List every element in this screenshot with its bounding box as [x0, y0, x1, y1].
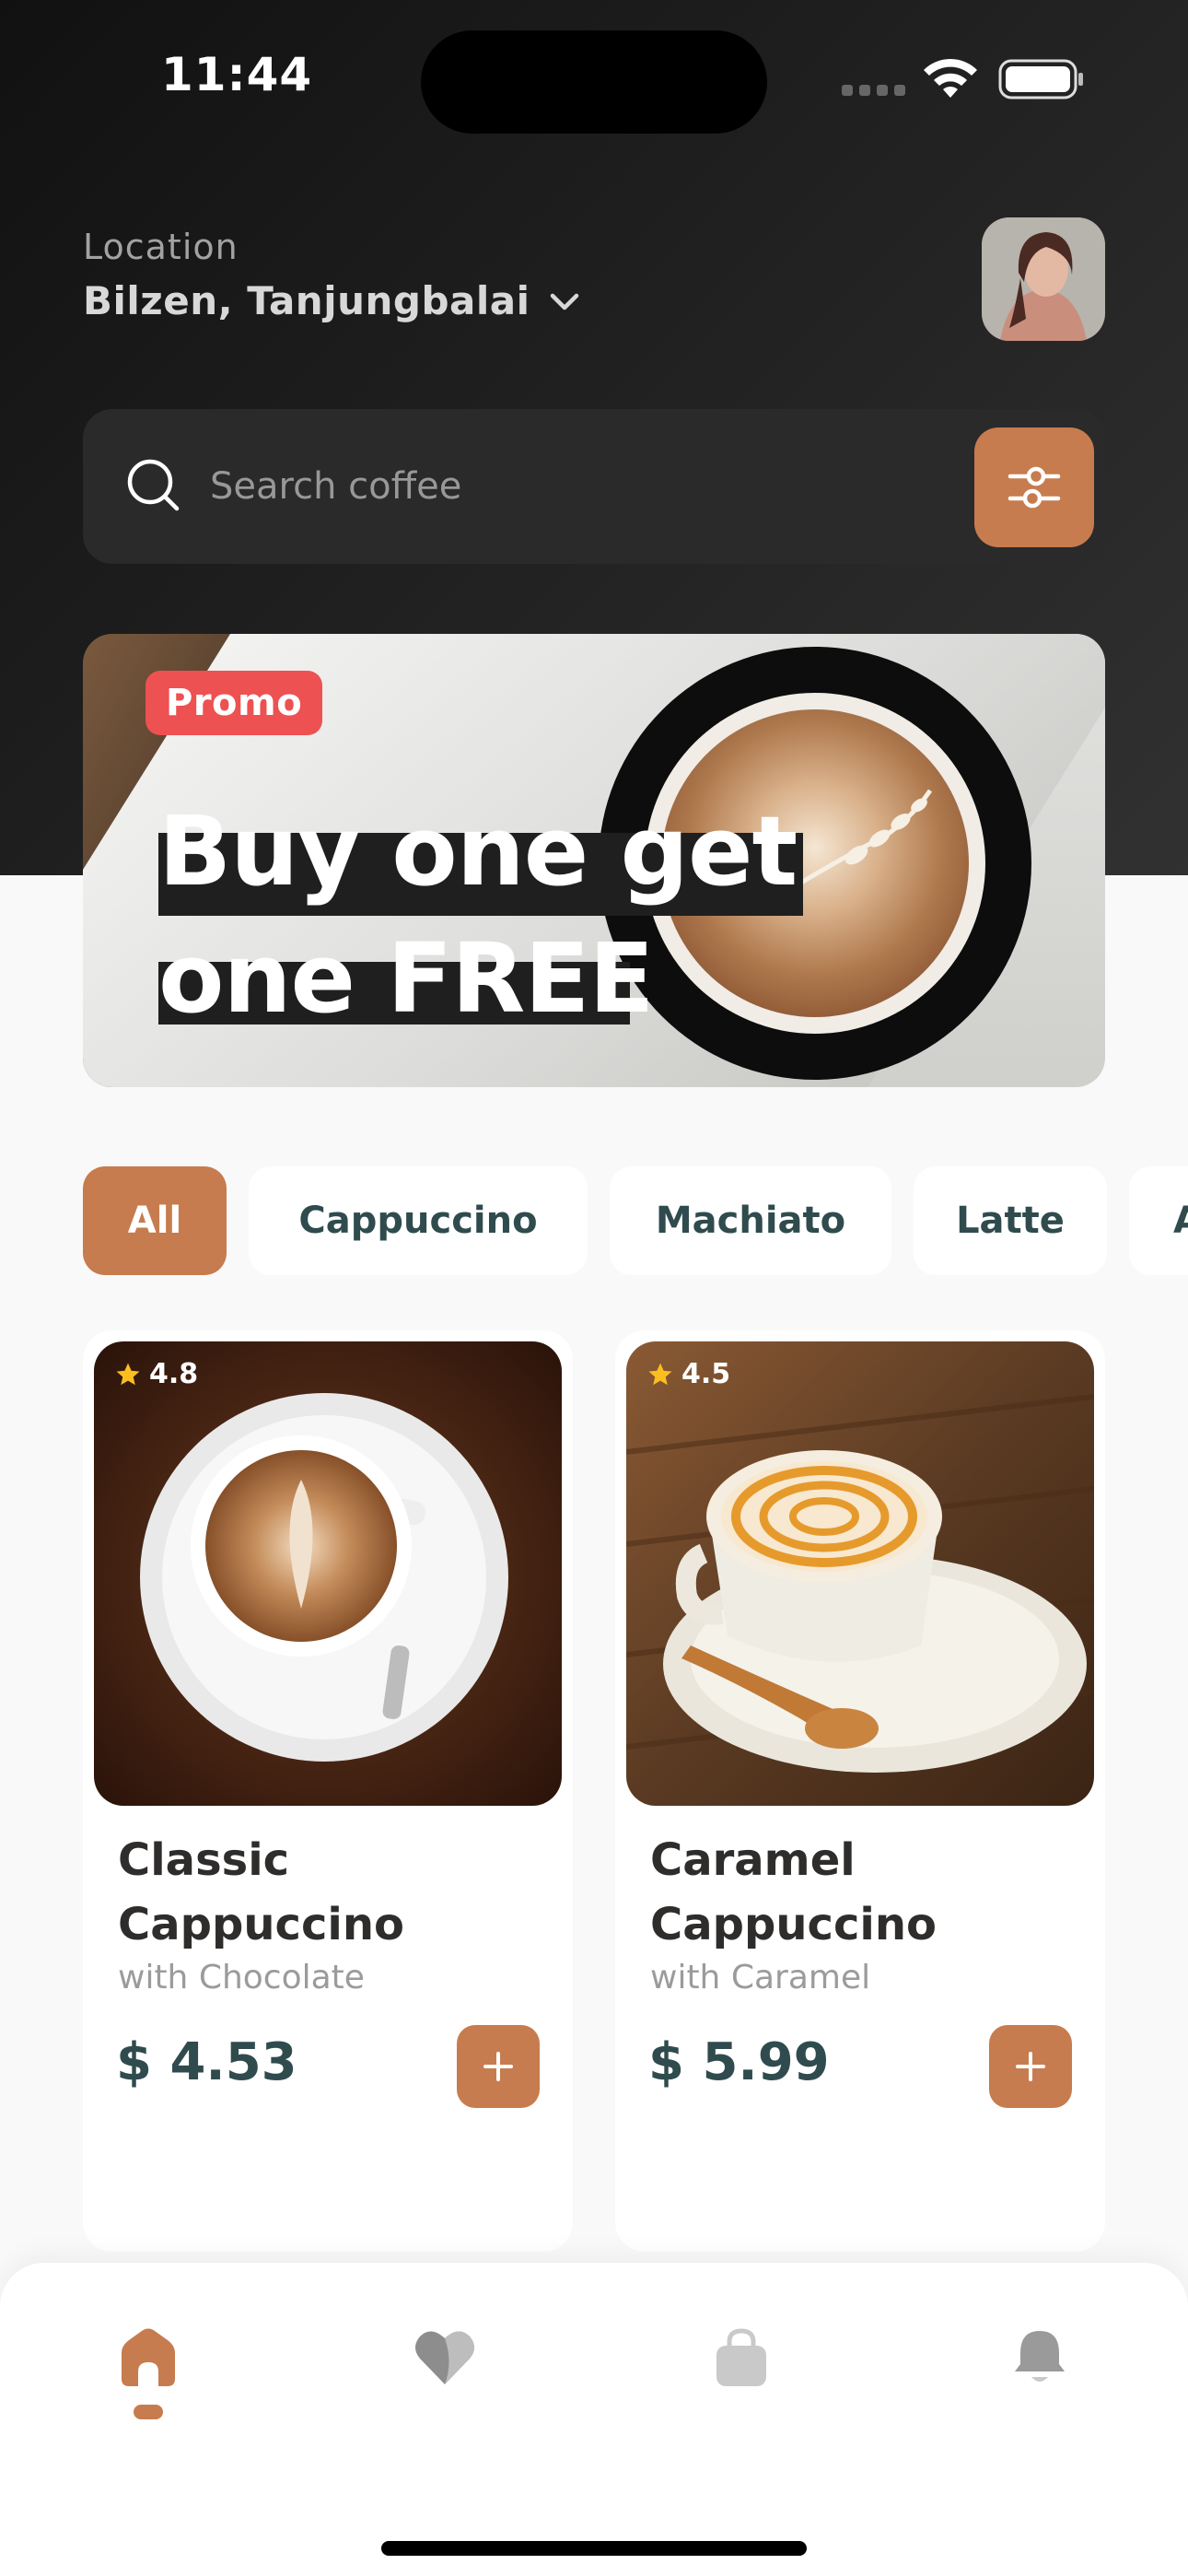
- status-bar: 11:44: [0, 0, 1188, 147]
- plus-icon: [483, 2052, 513, 2081]
- location-selector[interactable]: Bilzen, Tanjungbalai: [83, 278, 582, 323]
- location-value: Bilzen, Tanjungbalai: [83, 278, 530, 323]
- search-bar: [83, 409, 1105, 564]
- promo-title-line-1: Buy one get: [158, 795, 798, 907]
- rating-value: 4.8: [149, 1358, 199, 1390]
- chevron-down-icon: [550, 293, 578, 310]
- active-tab-indicator: [134, 2405, 163, 2419]
- battery-icon: [998, 59, 1083, 100]
- plus-icon: [1016, 2052, 1045, 2081]
- add-to-cart-button[interactable]: [457, 2025, 540, 2108]
- category-more[interactable]: A: [1129, 1166, 1188, 1275]
- signal-icon: [842, 85, 905, 96]
- product-price: $ 5.99: [648, 2032, 830, 2092]
- star-icon: [648, 1363, 672, 1385]
- filter-icon: [1007, 466, 1061, 509]
- status-time: 11:44: [161, 48, 313, 101]
- category-cappuccino[interactable]: Cappuccino: [249, 1166, 588, 1275]
- bell-icon[interactable]: [1007, 2325, 1072, 2390]
- promo-badge: Promo: [146, 671, 323, 735]
- wifi-icon: [924, 58, 977, 98]
- category-all[interactable]: All: [83, 1166, 227, 1275]
- product-name: Classic Cappuccino: [118, 1834, 405, 1950]
- category-tabs: All Cappuccino Machiato Latte A: [83, 1166, 1188, 1275]
- product-card[interactable]: 4.8 Classic Cappuccino with Chocolate $ …: [83, 1330, 573, 2252]
- product-subtitle: with Chocolate: [118, 1959, 365, 1996]
- search-icon: [127, 459, 180, 511]
- product-image: 4.5: [626, 1341, 1094, 1806]
- bag-icon[interactable]: [709, 2325, 774, 2390]
- promo-banner[interactable]: Promo Buy one get one FREE: [83, 634, 1105, 1087]
- bottom-nav: [0, 2263, 1188, 2576]
- avatar[interactable]: [982, 217, 1105, 341]
- add-to-cart-button[interactable]: [989, 2025, 1072, 2108]
- product-card[interactable]: 4.5 Caramel Cappuccino with Caramel $ 5.…: [615, 1330, 1105, 2252]
- star-icon: [116, 1363, 140, 1385]
- rating-badge: 4.8: [114, 1358, 198, 1390]
- promo-title-line-2: one FREE: [158, 922, 654, 1035]
- product-subtitle: with Caramel: [650, 1959, 871, 1996]
- rating-value: 4.5: [681, 1358, 731, 1390]
- category-machiato[interactable]: Machiato: [610, 1166, 891, 1275]
- home-icon[interactable]: [116, 2325, 181, 2390]
- rating-badge: 4.5: [646, 1358, 730, 1390]
- product-image: 4.8: [94, 1341, 562, 1806]
- category-latte[interactable]: Latte: [914, 1166, 1107, 1275]
- home-indicator: [381, 2541, 807, 2556]
- product-price: $ 4.53: [116, 2032, 297, 2092]
- heart-icon[interactable]: [413, 2325, 477, 2390]
- filter-button[interactable]: [974, 427, 1094, 547]
- location-label: Location: [83, 227, 239, 267]
- product-name: Caramel Cappuccino: [650, 1834, 938, 1950]
- latte-art: [799, 789, 933, 885]
- dynamic-island: [421, 30, 767, 134]
- search-input[interactable]: [210, 446, 910, 527]
